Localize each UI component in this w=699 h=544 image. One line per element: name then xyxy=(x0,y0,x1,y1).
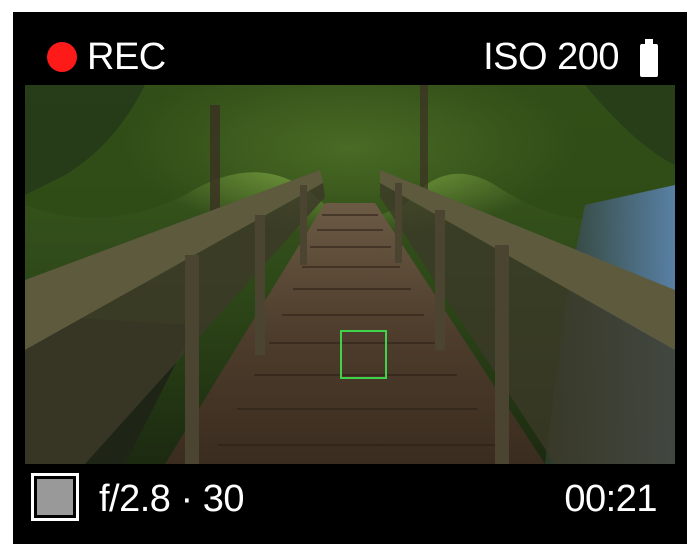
record-indicator-icon xyxy=(47,42,77,72)
status-bar: REC ISO 200 xyxy=(13,12,687,85)
iso-readout: ISO 200 xyxy=(483,36,619,78)
viewfinder-preview[interactable] xyxy=(25,85,675,464)
camera-screen: REC ISO 200 f/2.8 · 30 00:21 xyxy=(13,12,687,544)
record-label: REC xyxy=(87,36,166,78)
battery-icon xyxy=(640,39,658,77)
bottom-bar: f/2.8 · 30 00:21 xyxy=(13,464,687,544)
bridge-scene-image xyxy=(25,85,675,464)
record-timer: 00:21 xyxy=(564,478,657,520)
focus-box[interactable] xyxy=(340,330,387,379)
gallery-thumbnail-icon[interactable] xyxy=(31,473,79,521)
exposure-readout: f/2.8 · 30 xyxy=(99,478,244,520)
